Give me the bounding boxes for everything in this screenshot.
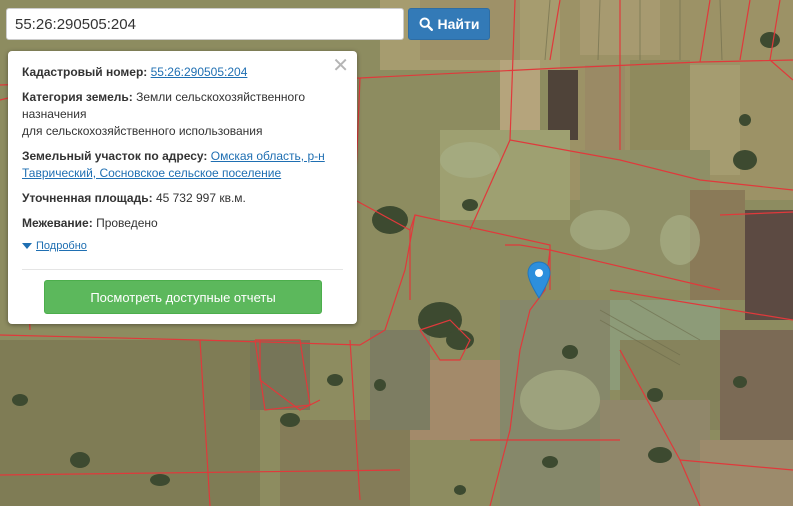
- address-link-2[interactable]: Таврический, Сосновское сельское поселен…: [22, 166, 281, 180]
- land-category-value-3: для сельскохозяйственного использования: [22, 124, 263, 138]
- cadastral-number-row: Кадастровый номер: 55:26:290505:204: [22, 64, 343, 81]
- area-row: Уточненная площадь: 45 732 997 кв.м.: [22, 190, 343, 207]
- survey-label: Межевание:: [22, 216, 93, 230]
- land-category-row: Категория земель: Земли сельскохозяйстве…: [22, 89, 343, 140]
- parcel-info-popup: ✕ Кадастровый номер: 55:26:290505:204 Ка…: [8, 51, 357, 324]
- land-category-value-2: назначения: [22, 107, 87, 121]
- area-label: Уточненная площадь:: [22, 191, 153, 205]
- address-label: Земельный участок по адресу:: [22, 149, 208, 163]
- search-button-label: Найти: [437, 16, 480, 32]
- search-button[interactable]: Найти: [408, 8, 490, 40]
- divider: [22, 269, 343, 270]
- details-toggle[interactable]: Подробно: [22, 240, 343, 252]
- view-reports-button[interactable]: Посмотреть доступные отчеты: [44, 280, 322, 314]
- land-category-label: Категория земель:: [22, 90, 133, 104]
- cadastral-number-label: Кадастровый номер:: [22, 65, 148, 79]
- search-icon: [419, 17, 433, 31]
- details-link[interactable]: Подробно: [36, 240, 87, 252]
- search-input[interactable]: [6, 8, 404, 40]
- close-icon[interactable]: ✕: [332, 55, 349, 77]
- cadastral-number-link[interactable]: 55:26:290505:204: [151, 65, 248, 79]
- survey-row: Межевание: Проведено: [22, 215, 343, 232]
- address-link-1[interactable]: Омская область, р-н: [211, 149, 325, 163]
- land-category-value-1: Земли сельскохозяйственного: [136, 90, 306, 104]
- address-row: Земельный участок по адресу: Омская обла…: [22, 148, 343, 182]
- caret-down-icon: [22, 243, 32, 249]
- survey-value: Проведено: [96, 216, 158, 230]
- map-pin-icon[interactable]: [527, 261, 551, 302]
- area-value: 45 732 997 кв.м.: [155, 191, 246, 205]
